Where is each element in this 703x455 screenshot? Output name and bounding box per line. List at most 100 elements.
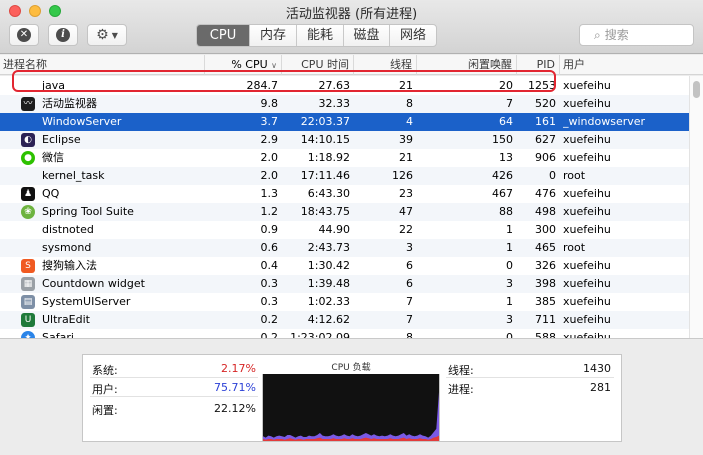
cell-threads: 47: [399, 205, 413, 218]
search-input[interactable]: [604, 28, 675, 42]
cell-cpu: 0.2: [260, 313, 279, 326]
cell-user: xuefeihu: [563, 151, 611, 164]
cell-threads: 23: [399, 187, 413, 200]
title-bar: 活动监视器 (所有进程) ✕ i ⚙ ▼ CPU 内存 能耗 磁盘 网络 ⌕: [0, 0, 703, 54]
cell-pid: 906: [535, 151, 556, 164]
table-row[interactable]: WindowServer 3.7 22:03.37 4 64 161 _windowserv…: [0, 113, 689, 131]
cell-cpu-time: 1:30.42: [307, 259, 350, 272]
table-row[interactable]: sysmond 0.6 2:43.73 3 1 465 root: [0, 239, 689, 257]
table-row[interactable]: ▤ SystemUIServer 0.3 1:02.33 7 1 385 xuefeihu: [0, 293, 689, 311]
threads-value: 1430: [583, 362, 611, 375]
table-row[interactable]: 〰活动监视器 9.8 32.33 8 7 520 xuefeihu: [0, 95, 689, 113]
cell-idle-wakeups: 0: [506, 331, 513, 338]
cell-process-name: sysmond: [42, 241, 92, 254]
window-title: 活动监视器 (所有进程): [285, 7, 418, 22]
cell-threads: 22: [399, 223, 413, 236]
table-row[interactable]: ❀ Spring Tool Suite 1.2 18:43.75 47 88 498 xuef…: [0, 203, 689, 221]
cell-idle-wakeups: 1: [506, 241, 513, 254]
cell-process-name: Safari: [42, 331, 74, 338]
cell-cpu-time: 4:12.62: [307, 313, 350, 326]
table-row[interactable]: distnoted 0.9 44.90 22 1 300 xuefeihu: [0, 221, 689, 239]
cell-cpu-time: 1:39.48: [307, 277, 350, 290]
qq-penguin-icon: ♟: [21, 187, 35, 201]
table-row[interactable]: ✦ Safari 0.2 1:23:02.09 8 0 588 xuefeihu: [0, 329, 689, 338]
processes-label: 进程:: [448, 383, 474, 396]
cell-idle-wakeups: 3: [506, 313, 513, 326]
calendar-icon: ▦: [21, 277, 35, 291]
cell-threads: 3: [406, 241, 413, 254]
cell-idle-wakeups: 467: [492, 187, 513, 200]
cell-user: xuefeihu: [563, 277, 611, 290]
tab-network[interactable]: 网络: [389, 25, 436, 46]
tab-energy[interactable]: 能耗: [296, 25, 343, 46]
process-table: java 284.7 27.63 21 20 1253 xuefeihu 〰活动监视器 9.8 3…: [0, 76, 689, 338]
scrollbar-track[interactable]: [689, 76, 703, 338]
table-row[interactable]: ▦ Countdown widget 0.3 1:39.48 6 3 398 xuefeihu: [0, 275, 689, 293]
cell-user: _windowserver: [563, 115, 646, 128]
cell-user: xuefeihu: [563, 223, 611, 236]
cell-idle-wakeups: 150: [492, 133, 513, 146]
cell-cpu-time: 18:43.75: [300, 205, 350, 218]
cell-cpu: 0.9: [260, 223, 279, 236]
threads-label: 线程:: [448, 364, 474, 377]
cell-threads: 6: [406, 259, 413, 272]
cell-idle-wakeups: 426: [492, 169, 513, 182]
cell-cpu: 0.4: [260, 259, 279, 272]
cell-cpu: 1.2: [260, 205, 279, 218]
tab-cpu[interactable]: CPU: [197, 25, 249, 46]
chevron-down-icon: ▼: [111, 30, 118, 40]
cell-user: xuefeihu: [563, 313, 611, 326]
cell-pid: 498: [535, 205, 556, 218]
cell-user: xuefeihu: [563, 205, 611, 218]
cell-cpu-time: 14:10.15: [300, 133, 350, 146]
processes-value: 281: [590, 381, 611, 394]
idle-value: 22.12%: [214, 402, 256, 415]
cell-user: root: [563, 241, 586, 254]
tab-memory[interactable]: 内存: [249, 25, 296, 46]
cell-cpu: 0.6: [260, 241, 279, 254]
table-row[interactable]: kernel_task 2.0 17:11.46 126 426 0 root: [0, 167, 689, 185]
action-menu-button[interactable]: ⚙ ▼: [87, 24, 127, 46]
system-label: 系统:: [92, 364, 118, 377]
stop-process-button[interactable]: ✕: [9, 24, 39, 46]
cpu-load-chart: [262, 374, 440, 441]
scrollbar-thumb[interactable]: [693, 81, 700, 98]
table-row[interactable]: U UltraEdit 0.2 4:12.62 7 3 711 xuefeihu: [0, 311, 689, 329]
cell-cpu: 0.2: [260, 331, 279, 338]
inspect-process-button[interactable]: i: [48, 24, 78, 46]
cpu-load-graph: [263, 392, 439, 441]
search-field[interactable]: ⌕: [579, 24, 694, 46]
eclipse-icon: ◐: [21, 133, 35, 147]
cell-process-name: UltraEdit: [42, 313, 90, 326]
cell-cpu-time: 1:23:02.09: [290, 331, 350, 338]
table-row[interactable]: ♟ QQ 1.3 6:43.30 23 467 476 xuefeihu: [0, 185, 689, 203]
user-label: 用户:: [92, 383, 118, 396]
document-icon: ▤: [21, 295, 35, 309]
x-circle-icon: ✕: [17, 28, 31, 42]
cell-pid: 398: [535, 277, 556, 290]
cell-user: xuefeihu: [563, 295, 611, 308]
cell-idle-wakeups: 13: [499, 151, 513, 164]
cell-idle-wakeups: 1: [506, 295, 513, 308]
cell-threads: 8: [406, 331, 413, 338]
cell-threads: 6: [406, 277, 413, 290]
table-row[interactable]: ◐ Eclipse 2.9 14:10.15 39 150 627 xuefeihu: [0, 131, 689, 149]
activity-monitor-icon: 〰: [21, 97, 35, 111]
wechat-icon: ●: [21, 151, 35, 165]
cpu-load-chart-title: CPU 负载: [331, 363, 371, 373]
cell-cpu-time: 22:03.37: [300, 115, 350, 128]
divider: [446, 377, 614, 378]
cell-cpu-time: 1:18.92: [307, 151, 350, 164]
cell-user: root: [563, 169, 586, 182]
tab-disk[interactable]: 磁盘: [343, 25, 389, 46]
cell-cpu: 0.3: [260, 295, 279, 308]
sort-descending-icon: ∨: [271, 61, 277, 70]
cell-process-name: 搜狗输入法: [42, 259, 97, 272]
cell-pid: 520: [535, 97, 556, 110]
table-row[interactable]: ● 微信 2.0 1:18.92 21 13 906 xuefeihu: [0, 149, 689, 167]
column-header-user[interactable]: 用户: [560, 55, 703, 75]
cell-pid: 588: [535, 331, 556, 338]
cell-pid: 0: [549, 169, 556, 182]
divider: [90, 396, 258, 397]
table-row[interactable]: S 搜狗输入法 0.4 1:30.42 6 0 326 xuefeihu: [0, 257, 689, 275]
